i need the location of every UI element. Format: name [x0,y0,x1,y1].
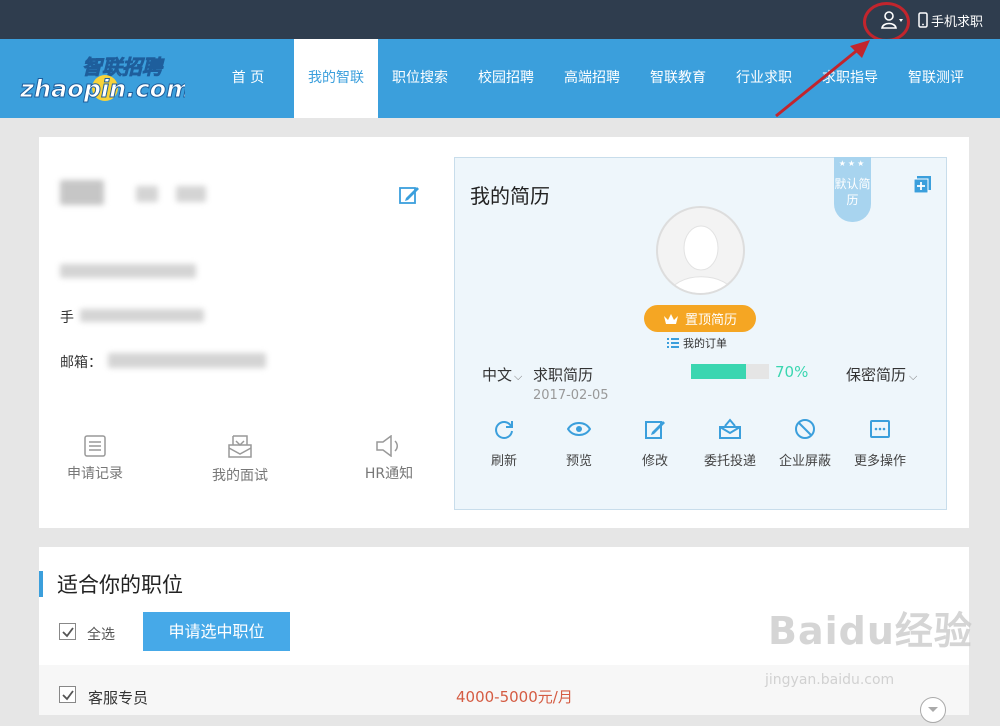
job-checkbox[interactable] [59,686,76,703]
speaker-icon [376,435,398,457]
section-accent-bar [39,571,43,597]
mobile-job-label: 手机求职 [931,14,984,30]
annotation-circle [863,2,910,42]
delegate-send-icon [719,418,741,439]
star-icon: ★★★ [838,159,867,168]
application-records-label: 申请记录 [67,466,123,482]
add-resume-icon[interactable] [914,176,931,193]
blurred-name [60,180,104,205]
blurred-name [176,186,206,202]
application-records-link[interactable]: 申请记录 [50,435,140,483]
inbox-icon [228,435,252,458]
expand-icon[interactable] [920,697,946,723]
hr-notices-link[interactable]: HR通知 [344,435,434,483]
refresh-button[interactable]: 刷新 [469,418,539,469]
blurred-name [136,186,158,202]
phone-icon [918,12,928,28]
eye-icon [567,422,591,436]
baidu-watermark: Baidu经验 [768,600,973,655]
modify-label: 修改 [641,454,668,469]
hr-notices-label: HR通知 [364,466,414,482]
nav-assessment[interactable]: 智联测评 [901,39,971,118]
edit-icon [645,421,665,439]
completion-bar [691,364,769,379]
nav-industry-jobs[interactable]: 行业求职 [729,39,799,118]
my-interviews-label: 我的面试 [212,468,268,484]
more-icon [870,420,890,438]
more-actions-label: 更多操作 [853,454,906,469]
modify-button[interactable]: 修改 [620,418,690,469]
list-doc-icon [84,435,106,457]
apply-selected-button[interactable]: 申请选中职位 [143,612,290,651]
watermark-sub: jingyan.baidu.com [765,672,895,688]
nav-education[interactable]: 智联教育 [643,39,713,118]
chevron-down-icon: ⌵ [909,370,918,383]
my-interviews-link[interactable]: 我的面试 [195,435,285,485]
resume-title: 我的简历 [470,184,550,208]
block-company-button[interactable]: 企业屏蔽 [770,418,840,469]
top-bar [0,0,1000,39]
delegate-send-button[interactable]: 委托投递 [695,418,765,469]
completion-percent: 70% [775,363,809,381]
refresh-icon [495,421,513,439]
edit-profile-icon[interactable] [398,184,420,206]
email-label: 邮箱： [60,355,102,371]
language-select[interactable]: 中文 ⌵ [482,364,522,385]
check-icon [62,627,74,638]
refresh-label: 刷新 [490,454,517,469]
pin-resume-label: 置顶简历 [684,313,737,328]
jobs-section-title: 适合你的职位 [57,573,183,597]
nav-career-guide[interactable]: 求职指导 [815,39,885,118]
nav-home[interactable]: 首 页 [215,39,281,118]
language-label: 中文 [482,366,513,384]
mobile-job-link[interactable]: 手机求职 [918,11,984,30]
list-icon [667,338,679,348]
blurred-phone [80,309,204,322]
chevron-down-icon [928,707,938,712]
nav-campus-recruit[interactable]: 校园招聘 [471,39,541,118]
my-orders-label: 我的订单 [683,337,727,350]
delegate-send-label: 委托投递 [703,454,756,469]
nav-senior-recruit[interactable]: 高端招聘 [557,39,627,118]
avatar-silhouette-icon [668,225,735,293]
resume-name[interactable]: 求职简历 [533,364,593,385]
privacy-label: 保密简历 [846,366,907,384]
nav-my-zhilian[interactable]: 我的智联 [294,39,378,118]
phone-label: 手 [60,310,74,326]
crown-icon [663,313,678,324]
more-actions-button[interactable]: 更多操作 [845,418,915,469]
nav-job-search[interactable]: 职位搜索 [385,39,455,118]
blurred-info [60,264,196,278]
completion-fill [691,364,746,379]
select-all-checkbox[interactable] [59,623,76,640]
chevron-down-icon: ⌵ [514,370,523,383]
blurred-email [108,353,266,368]
select-all-label: 全选 [87,627,115,643]
pin-resume-button[interactable]: 置顶简历 [644,305,756,332]
job-title[interactable]: 客服专员 [88,687,148,708]
job-salary: 4000-5000元/月 [456,688,573,706]
watermark-main: Baidu经验 [768,609,973,653]
block-company-label: 企业屏蔽 [778,454,831,469]
avatar[interactable] [656,206,745,295]
block-icon [795,419,815,439]
svg-text:zhaopin.com: zhaopin.com [20,75,185,103]
check-icon [62,690,74,701]
privacy-select[interactable]: 保密简历 ⌵ [846,364,917,385]
preview-button[interactable]: 预览 [544,418,614,469]
zhaopin-logo[interactable]: 智联招聘 zhaopin.com [20,50,185,105]
resume-date: 2017-02-05 [533,388,609,403]
my-orders-link[interactable]: 我的订单 [667,335,727,351]
preview-label: 预览 [565,454,592,469]
